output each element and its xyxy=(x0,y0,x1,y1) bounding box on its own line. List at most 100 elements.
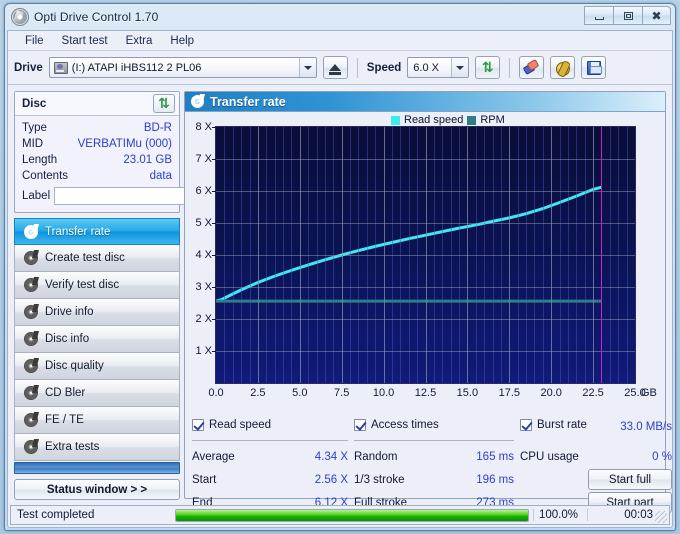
disc-row-type: Type BD-R xyxy=(22,120,172,136)
access-third-stroke-key: 1/3 stroke xyxy=(354,473,405,486)
sidebar-item-label: Transfer rate xyxy=(45,225,111,238)
disc-refresh-button[interactable]: ⇅ xyxy=(153,94,175,113)
progress-bar xyxy=(175,508,529,522)
chart-xtick-label: 12.5 xyxy=(414,387,437,399)
chart-xtick-label: 10.0 xyxy=(372,387,395,399)
erase-button[interactable] xyxy=(519,56,545,79)
gold-disc-button[interactable] xyxy=(550,56,576,79)
legend-swatch-read-speed xyxy=(391,115,400,125)
chart-gridline-y xyxy=(216,191,635,192)
disc-icon xyxy=(24,359,38,373)
status-window-button[interactable]: Status window > > xyxy=(14,479,180,500)
chart-gridline-y xyxy=(216,351,635,352)
chart-ytick-mark xyxy=(212,159,216,160)
chart-x-unit-label: GB xyxy=(641,387,657,399)
refresh-speed-button[interactable]: ⇅ xyxy=(475,56,501,79)
resize-grip-icon[interactable] xyxy=(655,511,667,523)
maximize-button[interactable] xyxy=(613,6,642,25)
cpu-usage-key: CPU usage xyxy=(520,450,579,463)
sidebar-item-disc-quality[interactable]: Disc quality xyxy=(14,353,180,380)
eraser-icon xyxy=(522,59,540,75)
window-client-area: File Start test Extra Help Drive (I:) AT… xyxy=(7,30,673,528)
sidebar-item-label: Extra tests xyxy=(45,441,100,453)
chart-ytick-mark xyxy=(212,127,216,128)
results-grid: Read speed Access times Burst rate 33.0 … xyxy=(192,415,672,514)
sidebar-scrollbar[interactable] xyxy=(14,462,180,474)
sidebar-item-drive-info[interactable]: Drive info xyxy=(14,299,180,326)
toolbar-divider-2 xyxy=(509,57,511,78)
legend-label-read-speed: Read speed xyxy=(404,114,464,126)
burst-rate-checkbox-label: Burst rate xyxy=(537,418,587,431)
refresh-icon: ⇅ xyxy=(158,95,170,112)
disc-icon xyxy=(24,386,38,400)
menu-item-extra[interactable]: Extra xyxy=(117,33,162,49)
read-speed-start-value: 2.56 X xyxy=(314,473,348,486)
disc-row-contents: Contents data xyxy=(22,168,172,184)
speed-select-value: 6.0 X xyxy=(413,61,439,74)
chart-plot[interactable]: 0.0 2.5 5.0 7.5 10.0 12.5 15.0 17.5 20.0 22.5 25.0… xyxy=(195,121,656,399)
disc-icon xyxy=(24,251,38,265)
sidebar-item-verify-test-disc[interactable]: Verify test disc xyxy=(14,272,180,299)
disc-row-mid: MID VERBATIMu (000) xyxy=(22,136,172,152)
close-icon: ✖ xyxy=(651,8,662,23)
drive-select[interactable]: (I:) ATAPI iHBS112 2 PL06 xyxy=(48,57,317,78)
chart-ytick-mark xyxy=(212,319,216,320)
disc-row-length: Length 23.01 GB xyxy=(22,152,172,168)
results-panel: Read speed Access times Burst rate 33.0 … xyxy=(185,411,672,513)
chart-ytick-label: 2 X xyxy=(195,313,212,325)
save-button[interactable] xyxy=(581,56,607,79)
disc-icon xyxy=(24,224,38,239)
chart-ytick-mark xyxy=(212,351,216,352)
disc-panel-header: Disc ⇅ xyxy=(15,92,179,116)
eject-button[interactable] xyxy=(322,56,348,79)
sidebar-item-disc-info[interactable]: Disc info xyxy=(14,326,180,353)
chart-xtick-label: 0.0 xyxy=(208,387,224,399)
disc-row-type-value: BD-R xyxy=(143,122,172,134)
disc-icon xyxy=(24,440,38,454)
right-column: Transfer rate Read speed RPM 0.0 2.5 5.0 7.… xyxy=(184,91,672,513)
disc-icon xyxy=(24,413,38,427)
sidebar-item-create-test-disc[interactable]: Create test disc xyxy=(14,245,180,272)
menu-item-start-test[interactable]: Start test xyxy=(53,33,117,49)
sidebar-item-label: Disc info xyxy=(45,333,90,345)
chart-legend: Read speed RPM xyxy=(391,114,505,126)
speed-select[interactable]: 6.0 X xyxy=(407,57,470,78)
start-full-button[interactable]: Start full xyxy=(588,469,672,490)
close-button[interactable]: ✖ xyxy=(642,6,671,25)
cpu-usage-value: 0 % xyxy=(652,450,672,463)
chart-ytick-label: 4 X xyxy=(195,249,212,261)
chart-xtick-label: 17.5 xyxy=(498,387,521,399)
burst-rate-checkbox[interactable]: Burst rate xyxy=(520,415,606,434)
disc-label-row: Label xyxy=(22,185,258,206)
app-root: Opti Drive Control 1.70 ✖ File Start tes… xyxy=(0,0,680,534)
access-times-checkbox[interactable]: Access times xyxy=(354,415,514,434)
chart-ytick-label: 8 X xyxy=(195,121,212,133)
sidebar-item-fe-te[interactable]: FE / TE xyxy=(14,407,180,434)
speed-select-arrow[interactable] xyxy=(451,58,469,77)
sidebar-item-cd-bler[interactable]: CD Bler xyxy=(14,380,180,407)
maximize-icon xyxy=(623,11,633,20)
sidebar-item-label: Drive info xyxy=(45,306,94,318)
chart-xtick-label: 20.0 xyxy=(540,387,562,399)
left-column: Disc ⇅ Type BD-R MID VERBATIMu (000) Len… xyxy=(14,91,258,500)
read-speed-checkbox[interactable]: Read speed xyxy=(192,415,348,434)
disc-row-contents-key: Contents xyxy=(22,170,69,182)
chart-ytick-label: 5 X xyxy=(195,217,212,229)
chart-gridline-y xyxy=(216,319,635,320)
drive-select-arrow[interactable] xyxy=(298,58,316,77)
read-speed-start-key: Start xyxy=(192,473,217,486)
burst-rate-value: 33.0 MB/s xyxy=(620,420,672,433)
menu-item-help[interactable]: Help xyxy=(161,33,203,49)
drive-select-value: (I:) ATAPI iHBS112 2 PL06 xyxy=(71,61,202,74)
chart-gridline-y xyxy=(216,287,635,288)
menu-item-file[interactable]: File xyxy=(16,33,53,49)
legend-label-rpm: RPM xyxy=(480,114,505,126)
drive-icon xyxy=(53,61,68,74)
disc-row-contents-value: data xyxy=(149,170,172,182)
sidebar-item-transfer-rate[interactable]: Transfer rate xyxy=(14,218,180,245)
divider-access-times xyxy=(354,440,514,441)
minimize-button[interactable] xyxy=(584,6,613,25)
chart-gridline-y xyxy=(216,223,635,224)
divider-spacer xyxy=(520,438,672,445)
sidebar-item-extra-tests[interactable]: Extra tests xyxy=(14,434,180,461)
